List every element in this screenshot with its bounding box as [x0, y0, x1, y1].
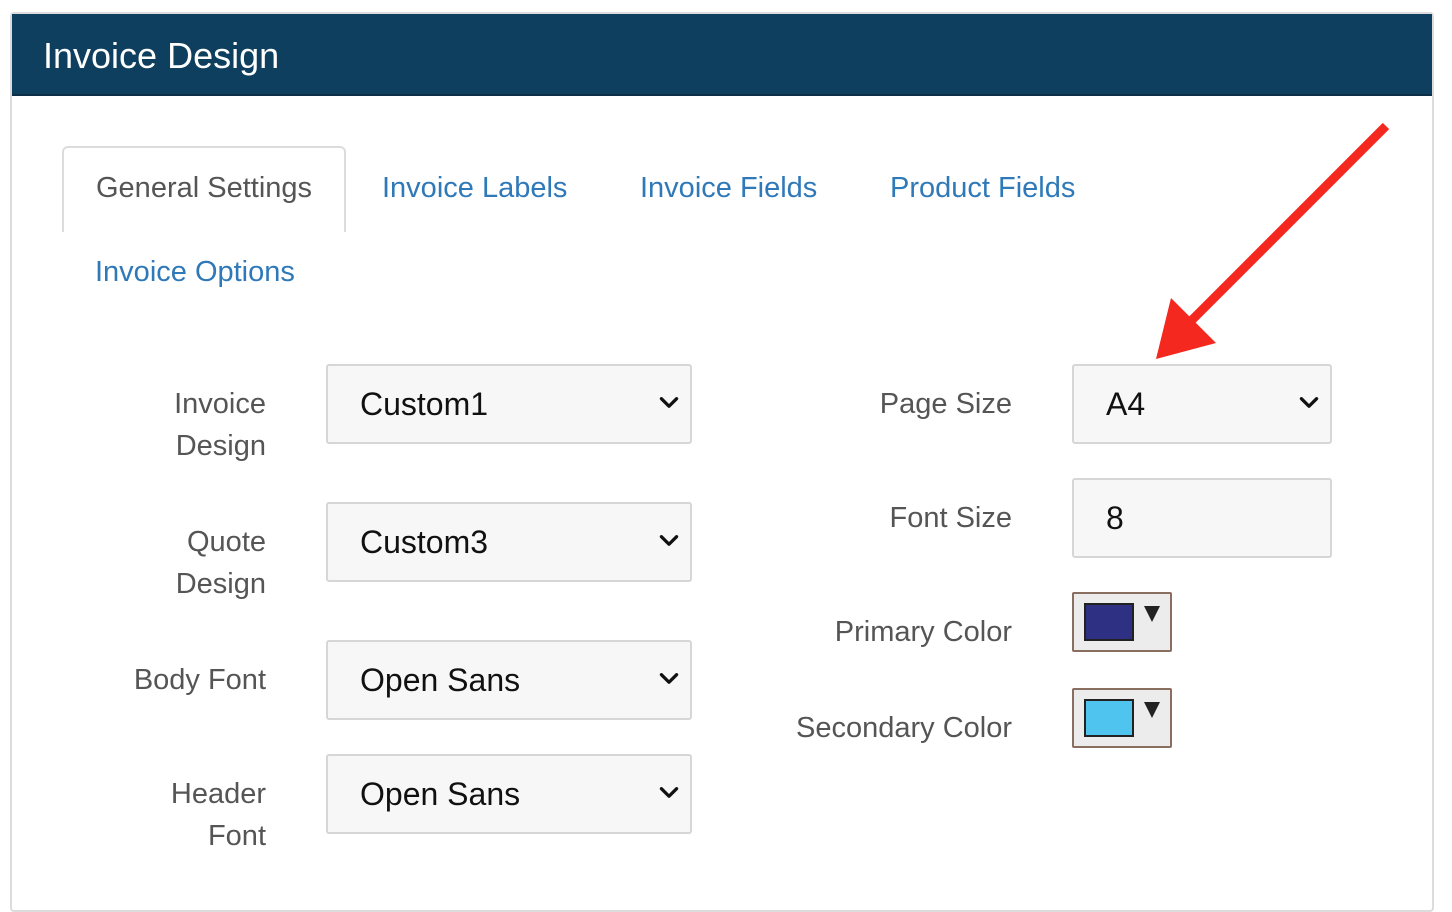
tab-invoice-fields[interactable]: Invoice Fields — [640, 170, 817, 206]
font-size-input[interactable]: 8 — [1072, 478, 1332, 558]
quote-design-label: Quote Design — [100, 521, 266, 605]
label-line: Header — [170, 778, 266, 810]
panel-title: Invoice Design — [43, 35, 280, 76]
header-font-select[interactable]: Open Sans — [326, 754, 692, 834]
chevron-down-icon — [659, 397, 679, 408]
body-font-label: Body Font — [60, 659, 266, 701]
quote-design-select[interactable]: Custom3 — [326, 502, 692, 582]
secondary-color-label: Secondary Color — [796, 712, 1012, 744]
body-font-select[interactable]: Open Sans — [326, 640, 692, 720]
panel-header: Invoice Design — [12, 14, 1432, 96]
select-value: Open Sans — [360, 775, 521, 812]
chevron-down-icon — [659, 787, 679, 798]
select-value: Open Sans — [360, 661, 521, 698]
label-line: Design — [175, 430, 266, 462]
input-value: 8 — [1106, 499, 1124, 536]
label-line: Body Font — [133, 664, 266, 696]
tab-label: General Settings — [96, 172, 313, 204]
label-line: Font — [207, 820, 266, 852]
tab-invoice-labels[interactable]: Invoice Labels — [382, 170, 567, 206]
secondary-color-swatch — [1084, 699, 1134, 737]
select-value: Custom3 — [360, 523, 489, 560]
chevron-down-icon — [659, 535, 679, 546]
font-size-label: Font Size — [889, 502, 1013, 534]
primary-color-swatch — [1084, 603, 1134, 641]
invoice-design-label: Invoice Design — [100, 383, 266, 467]
tab-invoice-options[interactable]: Invoice Options — [95, 254, 295, 290]
primary-color-picker[interactable] — [1072, 592, 1172, 652]
header-font-label: Header Font — [100, 773, 266, 857]
primary-color-label: Primary Color — [834, 616, 1012, 648]
invoice-design-select[interactable]: Custom1 — [326, 364, 692, 444]
tab-product-fields[interactable]: Product Fields — [890, 170, 1075, 206]
page-size-select[interactable]: A4 — [1072, 364, 1332, 444]
page-size-label: Page Size — [879, 388, 1012, 420]
chevron-down-icon — [1299, 397, 1319, 408]
secondary-color-picker[interactable] — [1072, 688, 1172, 748]
triangle-down-icon — [1144, 606, 1160, 622]
label-line: Quote — [187, 526, 266, 558]
chevron-down-icon — [659, 673, 679, 684]
triangle-down-icon — [1144, 702, 1160, 718]
label-line: Design — [175, 568, 266, 600]
select-value: Custom1 — [360, 385, 489, 422]
label-line: Invoice — [174, 388, 266, 420]
tab-general-settings[interactable]: General Settings — [62, 146, 346, 232]
select-value: A4 — [1106, 385, 1146, 422]
